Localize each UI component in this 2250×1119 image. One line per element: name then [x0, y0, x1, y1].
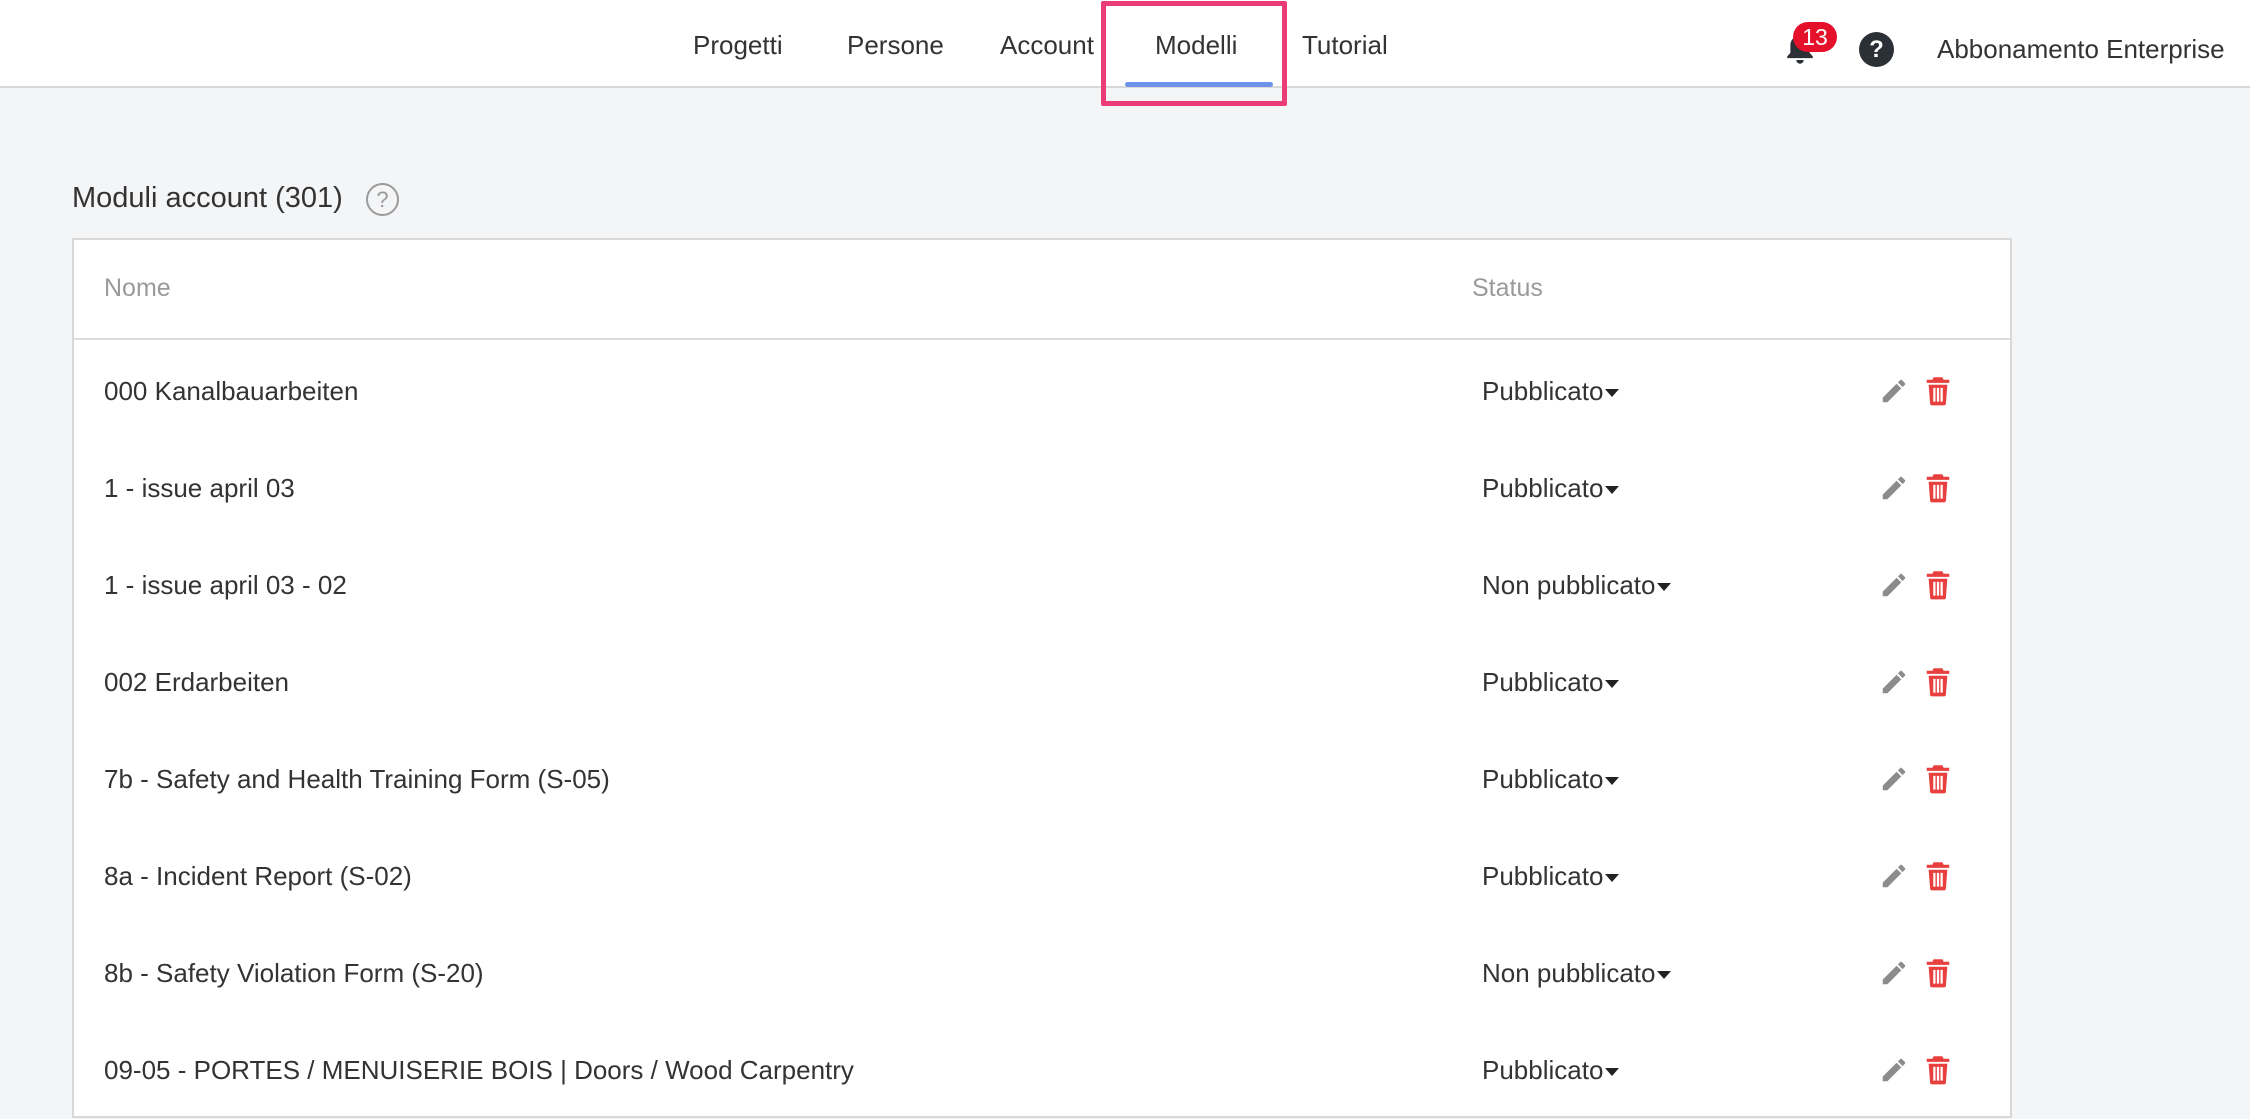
table-row[interactable]: 000 Kanalbauarbeiten Pubblicato: [74, 343, 2010, 440]
status-label: Pubblicato: [1482, 1055, 1604, 1085]
status-dropdown[interactable]: Pubblicato: [1482, 376, 1620, 407]
caret-down-icon: [1605, 874, 1620, 883]
status-dropdown[interactable]: Pubblicato: [1482, 473, 1620, 504]
caret-down-icon: [1657, 583, 1672, 592]
highlight-annotation: [1101, 1, 1287, 106]
status-label: Pubblicato: [1482, 764, 1604, 794]
table-row[interactable]: 09-05 - PORTES / MENUISERIE BOIS | Doors…: [74, 1022, 2010, 1119]
form-name[interactable]: 8b - Safety Violation Form (S-20): [104, 958, 484, 989]
trash-icon[interactable]: [1925, 958, 1951, 988]
trash-icon[interactable]: [1925, 764, 1951, 794]
status-label: Pubblicato: [1482, 861, 1604, 891]
tab-tutorial[interactable]: Tutorial: [1302, 30, 1388, 61]
table-row[interactable]: 7b - Safety and Health Training Form (S-…: [74, 731, 2010, 828]
status-dropdown[interactable]: Pubblicato: [1482, 1055, 1620, 1086]
status-label: Pubblicato: [1482, 376, 1604, 406]
form-name[interactable]: 1 - issue april 03 - 02: [104, 570, 347, 601]
subscription-plan-label[interactable]: Abbonamento Enterprise: [1937, 34, 2225, 65]
page-title: Moduli account (301): [72, 182, 343, 214]
pencil-icon[interactable]: [1879, 473, 1909, 503]
trash-icon[interactable]: [1925, 376, 1951, 406]
status-dropdown[interactable]: Pubblicato: [1482, 861, 1620, 892]
form-name[interactable]: 7b - Safety and Health Training Form (S-…: [104, 764, 610, 795]
table-row[interactable]: 1 - issue april 03 Pubblicato: [74, 440, 2010, 537]
trash-icon[interactable]: [1925, 1055, 1951, 1085]
table-row[interactable]: 1 - issue april 03 - 02 Non pubblicato: [74, 537, 2010, 634]
caret-down-icon: [1605, 777, 1620, 786]
form-name[interactable]: 09-05 - PORTES / MENUISERIE BOIS | Doors…: [104, 1055, 854, 1086]
form-name[interactable]: 000 Kanalbauarbeiten: [104, 376, 358, 407]
trash-icon[interactable]: [1925, 667, 1951, 697]
trash-icon[interactable]: [1925, 473, 1951, 503]
tab-persone[interactable]: Persone: [847, 30, 944, 61]
caret-down-icon: [1657, 971, 1672, 980]
status-label: Non pubblicato: [1482, 570, 1656, 600]
column-header-status: Status: [1472, 274, 1543, 302]
status-label: Pubblicato: [1482, 473, 1604, 503]
pencil-icon[interactable]: [1879, 764, 1909, 794]
table-row[interactable]: 8b - Safety Violation Form (S-20) Non pub…: [74, 925, 2010, 1022]
status-label: Pubblicato: [1482, 667, 1604, 697]
table-row[interactable]: 8a - Incident Report (S-02) Pubblicato: [74, 828, 2010, 925]
caret-down-icon: [1605, 1068, 1620, 1077]
forms-table: Nome Status 000 Kanalbauarbeiten Pubblica…: [72, 238, 2012, 1118]
pencil-icon[interactable]: [1879, 861, 1909, 891]
status-dropdown[interactable]: Pubblicato: [1482, 667, 1620, 698]
status-dropdown[interactable]: Non pubblicato: [1482, 570, 1672, 601]
status-dropdown[interactable]: Non pubblicato: [1482, 958, 1672, 989]
caret-down-icon: [1605, 486, 1620, 495]
table-header: Nome Status: [74, 240, 2010, 340]
trash-icon[interactable]: [1925, 570, 1951, 600]
pencil-icon[interactable]: [1879, 958, 1909, 988]
pencil-icon[interactable]: [1879, 570, 1909, 600]
form-name[interactable]: 8a - Incident Report (S-02): [104, 861, 412, 892]
form-name[interactable]: 1 - issue april 03: [104, 473, 295, 504]
table-row[interactable]: 002 Erdarbeiten Pubblicato: [74, 634, 2010, 731]
caret-down-icon: [1605, 389, 1620, 398]
tab-progetti[interactable]: Progetti: [693, 30, 783, 61]
column-header-name: Nome: [104, 274, 171, 302]
tab-account[interactable]: Account: [1000, 30, 1094, 61]
pencil-icon[interactable]: [1879, 376, 1909, 406]
help-icon[interactable]: ?: [366, 183, 399, 216]
form-name[interactable]: 002 Erdarbeiten: [104, 667, 289, 698]
question-circle-icon[interactable]: ?: [1859, 32, 1894, 67]
pencil-icon[interactable]: [1879, 1055, 1909, 1085]
caret-down-icon: [1605, 680, 1620, 689]
trash-icon[interactable]: [1925, 861, 1951, 891]
pencil-icon[interactable]: [1879, 667, 1909, 697]
notification-count-badge: 13: [1793, 22, 1837, 52]
status-label: Non pubblicato: [1482, 958, 1656, 988]
status-dropdown[interactable]: Pubblicato: [1482, 764, 1620, 795]
